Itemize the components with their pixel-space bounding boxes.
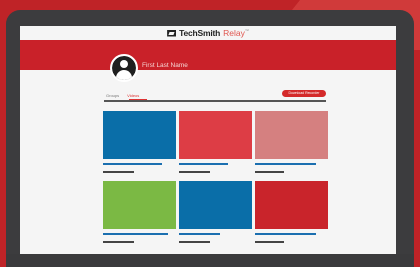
video-title[interactable] bbox=[103, 163, 162, 165]
tab-videos[interactable]: Videos bbox=[127, 93, 139, 98]
tab-bar: Groups Videos bbox=[106, 93, 139, 98]
app-screen: TechSmith Relay™ First Last Name Groups … bbox=[20, 26, 396, 257]
brand-name: TechSmith bbox=[179, 28, 221, 38]
tab-groups[interactable]: Groups bbox=[106, 93, 119, 98]
video-meta bbox=[179, 171, 210, 173]
video-meta bbox=[255, 241, 284, 243]
video-thumbnail[interactable] bbox=[179, 111, 252, 159]
video-card[interactable] bbox=[103, 111, 176, 159]
video-title[interactable] bbox=[255, 233, 316, 235]
video-title[interactable] bbox=[255, 163, 316, 165]
video-thumbnail[interactable] bbox=[103, 111, 176, 159]
techsmith-logo-icon bbox=[167, 29, 177, 37]
divider bbox=[104, 100, 326, 102]
video-meta bbox=[255, 171, 284, 173]
user-icon bbox=[112, 56, 136, 80]
video-card[interactable] bbox=[255, 181, 328, 229]
video-card[interactable] bbox=[179, 111, 252, 159]
profile-banner bbox=[20, 40, 396, 70]
product-name: Relay™ bbox=[223, 28, 249, 38]
avatar[interactable] bbox=[110, 54, 138, 82]
video-thumbnail[interactable] bbox=[255, 111, 328, 159]
video-card[interactable] bbox=[255, 111, 328, 159]
video-title[interactable] bbox=[103, 233, 168, 235]
video-card[interactable] bbox=[103, 181, 176, 229]
video-card[interactable] bbox=[179, 181, 252, 229]
download-recorder-button[interactable]: Download Recorder bbox=[282, 90, 326, 97]
profile-name: First Last Name bbox=[142, 62, 188, 69]
video-meta bbox=[179, 241, 210, 243]
video-title[interactable] bbox=[179, 233, 220, 235]
video-thumbnail[interactable] bbox=[255, 181, 328, 229]
device-bottom-bezel bbox=[6, 254, 414, 267]
video-meta bbox=[103, 241, 134, 243]
video-meta bbox=[103, 171, 134, 173]
video-thumbnail[interactable] bbox=[179, 181, 252, 229]
video-thumbnail[interactable] bbox=[103, 181, 176, 229]
header: TechSmith Relay™ bbox=[20, 26, 396, 40]
video-title[interactable] bbox=[179, 163, 228, 165]
